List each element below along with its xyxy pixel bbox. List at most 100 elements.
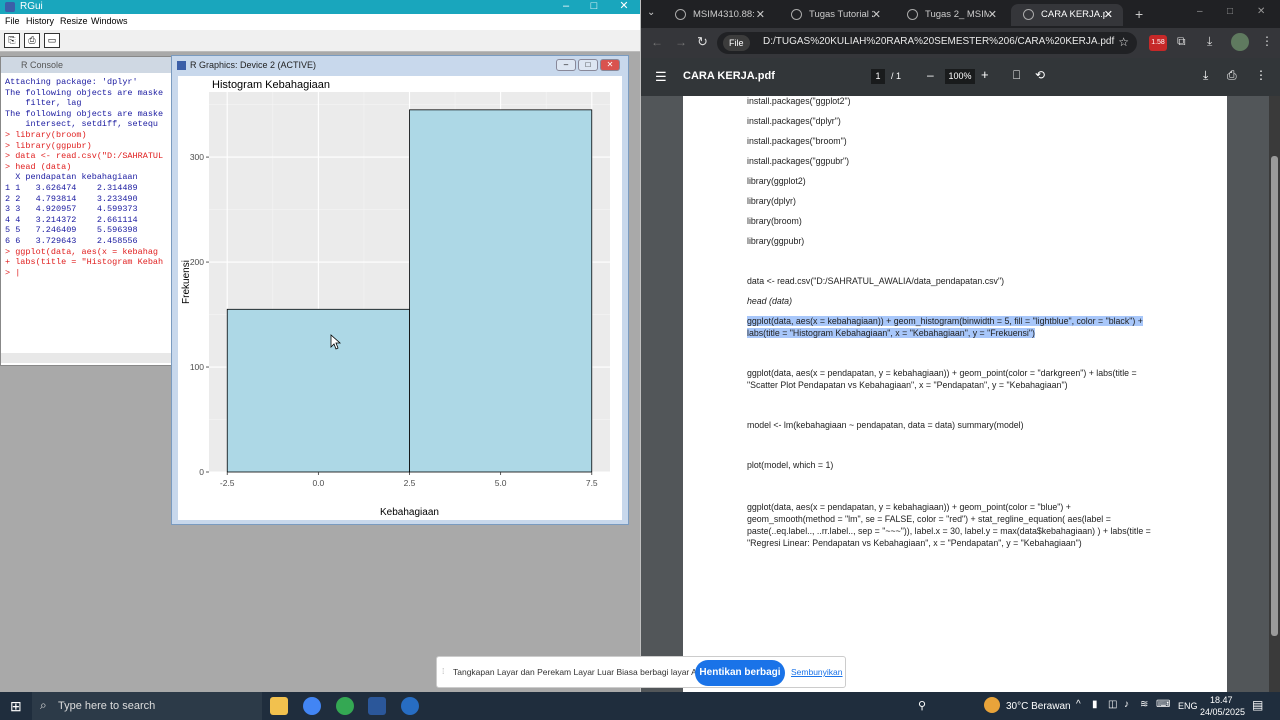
maximize-icon[interactable]: □: [578, 59, 598, 71]
menu-file[interactable]: File: [5, 16, 20, 26]
pdf-text-line[interactable]: labs(title = "Histogram Kebahagiaan", x …: [747, 328, 1035, 338]
extension-badge[interactable]: 1.58: [1149, 35, 1167, 51]
pdf-viewport[interactable]: install.packages("ggplot2") install.packa…: [641, 96, 1280, 692]
minimize-icon[interactable]: –: [1197, 6, 1203, 17]
close-tab-icon[interactable]: ✕: [756, 8, 765, 21]
pdf-page[interactable]: install.packages("ggplot2") install.packa…: [683, 96, 1227, 692]
forward-icon[interactable]: →: [675, 35, 687, 49]
more-icon[interactable]: ⋮: [1255, 68, 1267, 82]
download-icon[interactable]: ⤓: [1207, 34, 1212, 49]
battery-icon[interactable]: ▮: [1092, 699, 1098, 710]
page-number-input[interactable]: 1: [871, 69, 885, 84]
console-output[interactable]: Attaching package: 'dplyr' The following …: [5, 77, 173, 357]
taskbar-search[interactable]: ⌕ Type here to search: [32, 692, 262, 720]
file-explorer-icon[interactable]: [270, 697, 288, 715]
print-icon[interactable]: ⎙: [24, 33, 40, 48]
menu-resize[interactable]: Resize: [60, 16, 88, 26]
menu-windows[interactable]: Windows: [91, 16, 128, 26]
maximize-icon[interactable]: □: [580, 0, 608, 14]
console-titlebar[interactable]: R Console: [1, 57, 173, 73]
pdf-text-line[interactable]: data <- read.csv("D:/SAHRATUL_AWALIA/dat…: [747, 276, 1004, 286]
pdf-text-line[interactable]: plot(model, which = 1): [747, 460, 833, 470]
pdf-text-line[interactable]: "Regresi Linear: Pendapatan vs Kebahagia…: [747, 538, 1082, 548]
pdf-text-line[interactable]: paste(..eq.label.., ..rr.label.., sep = …: [747, 526, 1151, 536]
scroll-thumb[interactable]: [1271, 156, 1278, 636]
avatar[interactable]: [1231, 33, 1249, 51]
stop-sharing-button[interactable]: Hentikan berbagi: [695, 660, 785, 686]
windows-start-icon[interactable]: ⊞: [10, 698, 22, 715]
pdf-text-line[interactable]: library(ggplot2): [747, 176, 806, 186]
close-icon[interactable]: ✕: [610, 0, 638, 14]
menu-history[interactable]: History: [26, 16, 54, 26]
zoom-input[interactable]: 100%: [945, 69, 975, 84]
pdf-text-line[interactable]: install.packages("dplyr"): [747, 116, 841, 126]
close-icon[interactable]: ✕: [600, 59, 620, 71]
close-tab-icon[interactable]: ✕: [1104, 8, 1113, 21]
pdf-text-line[interactable]: ggplot(data, aes(x = pendapatan, y = keb…: [747, 502, 1071, 512]
hide-link[interactable]: Sembunyikan: [791, 667, 843, 677]
r-taskbar-icon[interactable]: [401, 697, 419, 715]
word-icon[interactable]: [368, 697, 386, 715]
fit-page-icon[interactable]: ⎕: [1013, 68, 1020, 83]
maximize-icon[interactable]: □: [1227, 6, 1233, 17]
hamburger-icon[interactable]: ☰: [655, 69, 667, 85]
pdf-scrollbar[interactable]: [1269, 96, 1280, 692]
chrome-icon[interactable]: [303, 697, 321, 715]
new-tab-icon[interactable]: +: [1135, 6, 1143, 22]
tab-msim[interactable]: MSIM4310.88: Tug ✕: [663, 4, 775, 26]
r-console[interactable]: R Console Attaching package: 'dplyr' The …: [0, 56, 173, 366]
pdf-text-line[interactable]: install.packages("ggpubr"): [747, 156, 849, 166]
language-indicator[interactable]: ENG: [1178, 701, 1198, 711]
bookmark-star-icon[interactable]: ☆: [1118, 35, 1129, 49]
pdf-text-line[interactable]: geom_smooth(method = "lm", se = FALSE, c…: [747, 514, 1111, 524]
console-hscrollbar[interactable]: [1, 353, 173, 363]
back-icon[interactable]: ←: [651, 35, 663, 49]
network-icon[interactable]: ≋: [1140, 699, 1148, 710]
print-icon[interactable]: ⎙: [1227, 68, 1237, 83]
zoom-in-icon[interactable]: +: [981, 67, 989, 82]
volume-icon[interactable]: ♪: [1124, 699, 1129, 710]
pdf-text-line[interactable]: "Scatter Plot Pendapatan vs Kebahagiaan"…: [747, 380, 1068, 390]
pdf-text-line[interactable]: model <- lm(kebahagiaan ~ pendapatan, da…: [747, 420, 1024, 430]
pdf-text-line[interactable]: library(ggpubr): [747, 236, 804, 246]
tab-cara-kerja[interactable]: CARA KERJA.pdf ✕: [1011, 4, 1123, 26]
weather-text[interactable]: 30°C Berawan: [1006, 701, 1071, 712]
pdf-text-line[interactable]: ggplot(data, aes(x = kebahagiaan)) + geo…: [747, 316, 1143, 326]
zoom-out-icon[interactable]: –: [927, 68, 934, 82]
weather-icon[interactable]: [984, 697, 1000, 713]
meet-icon[interactable]: ◫: [1108, 699, 1117, 710]
rgui-titlebar[interactable]: RGui – □ ✕: [0, 0, 640, 14]
extensions-icon[interactable]: ⧉: [1177, 34, 1186, 49]
address-bar[interactable]: File D:/TUGAS%20KULIAH%20RARA%20SEMESTER…: [717, 32, 1137, 54]
tray-chevron-icon[interactable]: ^: [1076, 699, 1081, 710]
url-text[interactable]: D:/TUGAS%20KULIAH%20RARA%20SEMESTER%206/…: [763, 36, 1114, 47]
minimize-icon[interactable]: –: [556, 59, 576, 71]
drag-handle-icon[interactable]: ⁞: [442, 666, 444, 676]
close-tab-icon[interactable]: ✕: [872, 8, 881, 21]
notification-icon[interactable]: ▤: [1252, 698, 1263, 712]
tab-tugas-tutorial[interactable]: Tugas Tutorial 2.pd ✕: [779, 4, 891, 26]
menu-icon[interactable]: ⋮: [1261, 34, 1273, 48]
tab-tugas-2[interactable]: Tugas 2_ MSIM43 ✕: [895, 4, 1007, 26]
clock-date[interactable]: 24/05/2025: [1200, 707, 1245, 717]
minimize-icon[interactable]: –: [552, 0, 580, 14]
pdf-text-line[interactable]: ggplot(data, aes(x = pendapatan, y = keb…: [747, 368, 1137, 378]
graphics-titlebar[interactable]: R Graphics: Device 2 (ACTIVE) – □ ✕: [172, 56, 628, 76]
pdf-text-line[interactable]: library(broom): [747, 216, 802, 226]
keyboard-icon[interactable]: ⌨: [1156, 699, 1170, 710]
file-chip[interactable]: File: [723, 35, 750, 51]
clock-time[interactable]: 18.47: [1210, 695, 1233, 705]
close-tab-icon[interactable]: ✕: [988, 8, 997, 21]
chrome-profile-icon[interactable]: [336, 697, 354, 715]
pdf-text-line[interactable]: library(dplyr): [747, 196, 796, 206]
copy-icon[interactable]: ⎘: [4, 33, 20, 48]
rotate-icon[interactable]: ⟲: [1035, 68, 1045, 82]
pdf-text-line[interactable]: install.packages("ggplot2"): [747, 96, 851, 106]
pdf-text-line[interactable]: head (data): [747, 296, 792, 306]
pdf-text-line[interactable]: install.packages("broom"): [747, 136, 847, 146]
reload-icon[interactable]: ↻: [697, 34, 708, 50]
people-icon[interactable]: ⚲: [918, 699, 926, 712]
tab-search-icon[interactable]: ⌄: [647, 7, 655, 18]
window-icon[interactable]: ▭: [44, 33, 60, 48]
download-icon[interactable]: ⤓: [1203, 68, 1208, 83]
